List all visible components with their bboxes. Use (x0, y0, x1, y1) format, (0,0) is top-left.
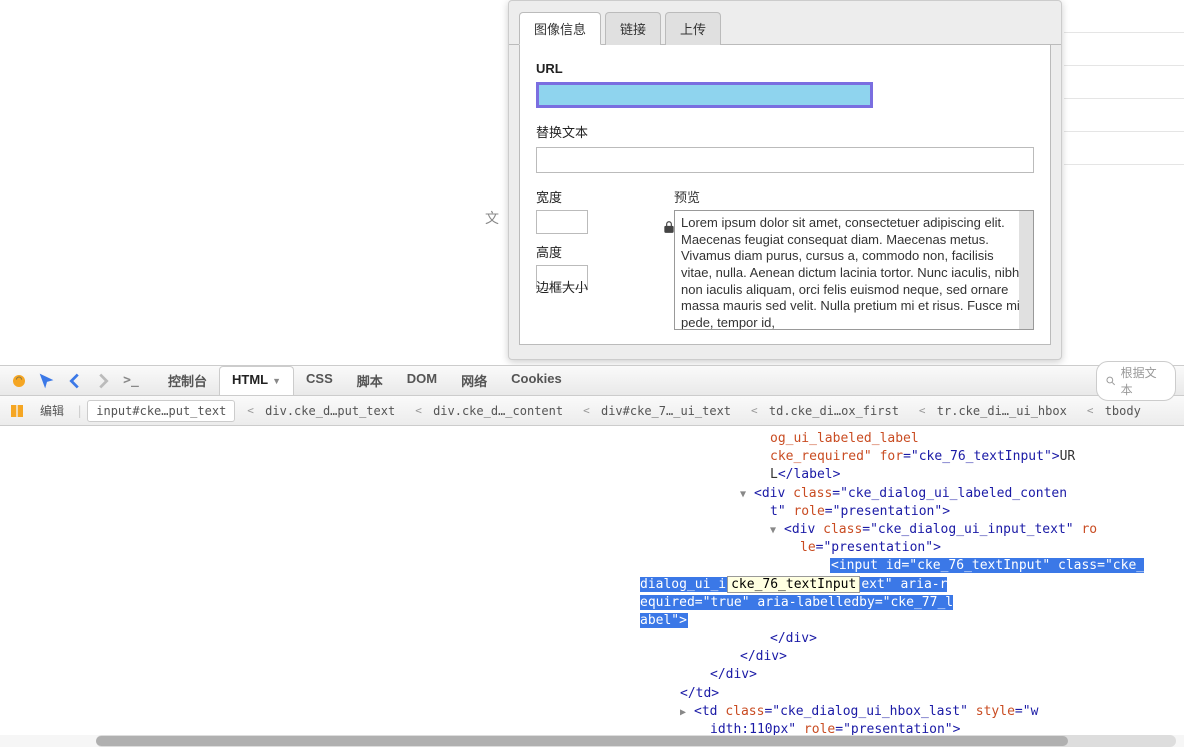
width-label: 宽度 (536, 187, 656, 206)
devtab-script[interactable]: 脚本 (345, 366, 395, 395)
devtools-panel: >_ 控制台 HTML▼ CSS 脚本 DOM 网络 Cookies 根据文本 … (0, 365, 1184, 747)
page-stripes (1064, 0, 1184, 197)
horizontal-scrollbar[interactable] (96, 735, 1176, 747)
code-block: og_ui_labeled_label cke_required" for="c… (640, 430, 1172, 735)
devtab-html[interactable]: HTML▼ (219, 366, 294, 395)
preview-scrollbar[interactable] (1019, 211, 1033, 329)
nav-back-icon[interactable] (64, 370, 86, 392)
devtools-dom-tree[interactable]: og_ui_labeled_label cke_required" for="c… (0, 426, 1184, 735)
url-input-highlight (536, 82, 873, 108)
width-input[interactable] (536, 210, 588, 234)
devtab-net[interactable]: 网络 (449, 366, 499, 395)
crumb-5[interactable]: < tr.cke_di…_ui_hbox (911, 401, 1075, 421)
alt-label: 替换文本 (536, 122, 1034, 141)
devtab-dom[interactable]: DOM (395, 366, 449, 395)
page-partial-text: 文 (485, 208, 499, 228)
crumb-6[interactable]: < tbody (1079, 401, 1149, 421)
crumb-4[interactable]: < td.cke_di…ox_first (743, 401, 907, 421)
url-input[interactable] (539, 85, 870, 105)
tab-upload[interactable]: 上传 (665, 12, 721, 45)
tab-link[interactable]: 链接 (605, 12, 661, 45)
border-label: 边框大小 (536, 277, 656, 296)
devtab-console[interactable]: 控制台 (156, 366, 219, 395)
tab-image-info[interactable]: 图像信息 (519, 12, 601, 45)
devtools-toolbar: >_ 控制台 HTML▼ CSS 脚本 DOM 网络 Cookies 根据文本 (0, 366, 1184, 396)
image-dialog: 图像信息 链接 上传 URL 替换文本 宽度 高度 (508, 0, 1062, 360)
edit-button[interactable]: 编辑 (32, 399, 72, 422)
devtools-search[interactable]: 根据文本 (1096, 361, 1176, 401)
crumb-2[interactable]: < div.cke_d…_content (407, 401, 571, 421)
crumb-input[interactable]: input#cke…put_text (87, 400, 235, 422)
preview-box: Lorem ipsum dolor sit amet, consectetuer… (674, 210, 1034, 330)
inspect-icon[interactable] (36, 370, 58, 392)
search-placeholder: 根据文本 (1121, 364, 1167, 398)
height-label: 高度 (536, 242, 656, 261)
breadcrumb-toggle-icon[interactable] (6, 400, 28, 422)
preview-text: Lorem ipsum dolor sit amet, consectetuer… (681, 215, 1020, 330)
devtools-breadcrumb-bar: 编辑 | input#cke…put_text < div.cke_d…put_… (0, 396, 1184, 426)
crumb-3[interactable]: < div#cke_7…_ui_text (575, 401, 739, 421)
chevron-down-icon: ▼ (272, 376, 281, 386)
devtab-css[interactable]: CSS (294, 366, 345, 395)
alt-input[interactable] (536, 147, 1034, 173)
tooltip: cke_76_textInput (727, 576, 860, 593)
console-prompt-icon[interactable]: >_ (120, 370, 142, 392)
nav-forward-icon[interactable] (92, 370, 114, 392)
preview-label: 预览 (674, 187, 1034, 206)
url-label: URL (536, 61, 1034, 76)
devtab-cookies[interactable]: Cookies (499, 366, 574, 395)
dialog-tabs: 图像信息 链接 上传 (509, 9, 1061, 45)
firebug-icon[interactable] (8, 370, 30, 392)
crumb-1[interactable]: < div.cke_d…put_text (239, 401, 403, 421)
